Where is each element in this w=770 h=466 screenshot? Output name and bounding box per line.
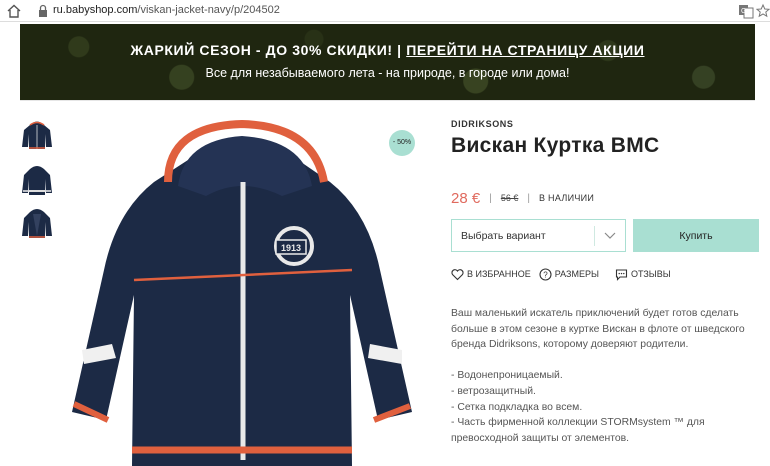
jacket-logo-text: 1913 [281, 243, 301, 253]
current-price: 28 € [451, 189, 481, 207]
url-path: /viskan-jacket-navy/p/204502 [137, 4, 280, 16]
thumbnail-jacket-front-image [22, 121, 52, 149]
banner-title-text: ЖАРКИЙ СЕЗОН - ДО 30% СКИДКИ! | [130, 42, 402, 58]
description-gap [451, 353, 761, 369]
banner-title: ЖАРКИЙ СЕЗОН - ДО 30% СКИДКИ! | ПЕРЕЙТИ … [20, 42, 755, 58]
description-intro: Ваш маленький искатель приключений будет… [451, 308, 745, 351]
banner-subtitle: Все для незабываемого лета - на природе,… [205, 66, 570, 80]
product-title: Вискан Куртка ВМС [451, 134, 660, 157]
speech-bubble-icon [615, 268, 628, 281]
feature-item: - Часть фирменной коллекции STORMsystem … [451, 417, 705, 444]
favorite-link[interactable]: В ИЗБРАННОЕ [451, 268, 531, 281]
heart-icon [451, 268, 464, 280]
buy-button[interactable]: Купить [633, 219, 759, 252]
product-main-image[interactable]: 1913 [68, 120, 440, 466]
price-row: 28 € | 56 € | В НАЛИЧИИ [451, 189, 594, 207]
thumbnail-3[interactable] [19, 206, 55, 240]
svg-text:G: G [741, 8, 746, 15]
address-url[interactable]: ru.babyshop.com/viskan-jacket-navy/p/204… [53, 4, 280, 16]
sizes-link[interactable]: ? РАЗМЕРЫ [539, 267, 599, 281]
url-host: ru.babyshop.com [53, 4, 138, 16]
banner-promo-link[interactable]: ПЕРЕЙТИ НА СТРАНИЦУ АКЦИИ [406, 42, 644, 58]
product-brand[interactable]: DIDRIKSONS [451, 119, 514, 129]
stock-status: В НАЛИЧИИ [538, 193, 595, 203]
old-price: 56 € [500, 193, 519, 203]
favorite-label: В ИЗБРАННОЕ [467, 269, 531, 279]
reviews-label: ОТЗЫВЫ [630, 269, 671, 279]
price-separator: | [489, 192, 492, 204]
feature-item: - Сетка подкладка во всем. [451, 401, 583, 413]
browser-address-bar: ru.babyshop.com/viskan-jacket-navy/p/204… [0, 0, 770, 22]
question-circle-icon: ? [539, 267, 552, 281]
product-description: Ваш маленький искатель приключений будет… [451, 306, 761, 446]
reviews-link[interactable]: ОТЗЫВЫ [615, 268, 671, 281]
feature-item: - Водонепроницаемый. [451, 370, 563, 382]
select-divider [594, 226, 595, 246]
thumbnail-jacket-back-image [22, 166, 52, 195]
product-actions: В ИЗБРАННОЕ ? РАЗМЕРЫ ОТЗЫВЫ [451, 266, 679, 282]
home-icon[interactable] [6, 3, 22, 19]
feature-item: - ветрозащитный. [451, 385, 536, 397]
lock-icon[interactable] [37, 4, 49, 18]
variant-select-label: Выбрать вариант [461, 230, 546, 242]
variant-select[interactable]: Выбрать вариант [451, 219, 626, 252]
banner-foliage-shade [20, 24, 755, 100]
thumbnail-1[interactable] [19, 117, 55, 151]
bookmark-star-icon[interactable] [756, 3, 770, 19]
promo-banner[interactable]: ЖАРКИЙ СЕЗОН - ДО 30% СКИДКИ! | ПЕРЕЙТИ … [20, 24, 755, 100]
thumbnail-jacket-inside-image [22, 209, 52, 238]
discount-badge: - 50% [389, 130, 415, 156]
stock-separator: | [527, 192, 530, 204]
svg-text:?: ? [543, 270, 548, 279]
thumbnail-2[interactable] [19, 163, 55, 197]
banner-divider [20, 100, 755, 101]
sizes-label: РАЗМЕРЫ [554, 269, 599, 279]
chevron-down-icon[interactable] [602, 229, 618, 243]
translate-icon[interactable]: G [738, 3, 754, 19]
